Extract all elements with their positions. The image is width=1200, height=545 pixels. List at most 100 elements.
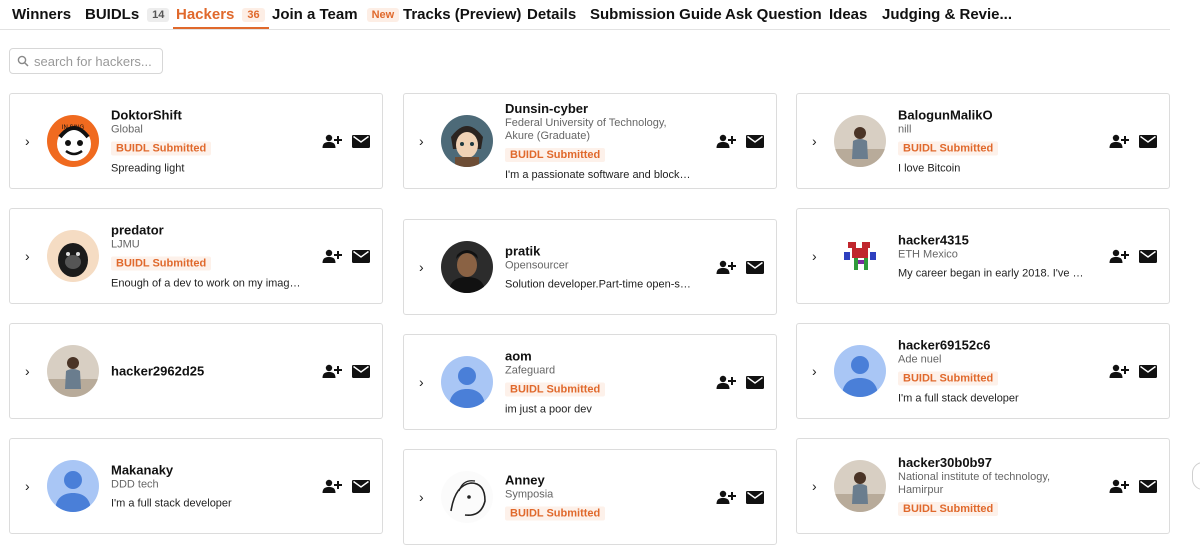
hacker-card[interactable]: › hacker2962d25 bbox=[9, 323, 383, 419]
search-input[interactable] bbox=[34, 53, 154, 69]
avatar[interactable] bbox=[47, 460, 99, 512]
chevron-right-icon[interactable]: › bbox=[419, 490, 424, 504]
avatar[interactable] bbox=[441, 356, 493, 408]
add-user-icon[interactable] bbox=[716, 375, 736, 389]
avatar[interactable] bbox=[834, 345, 886, 397]
tab-label: Details bbox=[527, 6, 577, 23]
mail-icon[interactable] bbox=[352, 364, 370, 378]
add-user-icon[interactable] bbox=[716, 490, 736, 504]
hacker-name[interactable]: pratik bbox=[505, 244, 696, 259]
hacker-name[interactable]: hacker2962d25 bbox=[111, 364, 302, 379]
add-user-icon[interactable] bbox=[1109, 134, 1129, 148]
hacker-name[interactable]: Dunsin-cyber bbox=[505, 101, 696, 116]
avatar[interactable] bbox=[47, 230, 99, 282]
mail-icon[interactable] bbox=[1139, 249, 1157, 263]
avatar[interactable] bbox=[834, 230, 886, 282]
hacker-card[interactable]: › IN SING DoktorShift Global BUIDL Submitted… bbox=[9, 93, 383, 189]
tab-winners[interactable]: Winners bbox=[12, 0, 71, 29]
avatar[interactable] bbox=[441, 241, 493, 293]
add-user-icon[interactable] bbox=[322, 134, 342, 148]
tab-ideas[interactable]: Ideas bbox=[829, 0, 867, 29]
search-box[interactable] bbox=[9, 48, 163, 74]
card-actions bbox=[716, 490, 764, 504]
tab-join-a-team[interactable]: Join a Team New bbox=[272, 0, 400, 29]
hacker-bio: I'm a passionate software and blockchain… bbox=[505, 169, 696, 181]
tab-submission-guide[interactable]: Submission Guide bbox=[590, 0, 722, 29]
chevron-right-icon[interactable]: › bbox=[419, 134, 424, 148]
hacker-info: Makanaky DDD tech I'm a full stack develop… bbox=[111, 463, 302, 510]
chevron-right-icon[interactable]: › bbox=[812, 364, 817, 378]
add-user-icon[interactable] bbox=[1109, 364, 1129, 378]
hacker-affiliation: nill bbox=[898, 123, 912, 136]
card-actions bbox=[1109, 134, 1157, 148]
hacker-affiliation: LJMU bbox=[111, 238, 140, 251]
mail-icon[interactable] bbox=[746, 260, 764, 274]
mail-icon[interactable] bbox=[1139, 364, 1157, 378]
hacker-card[interactable]: › hacker69152c6 Ade nuel BUIDL Submitted I'm… bbox=[796, 323, 1170, 419]
tab-tracks[interactable]: Tracks (Preview) bbox=[403, 0, 521, 29]
hacker-info: hacker30b0b97 National institute of techn… bbox=[898, 455, 1089, 517]
avatar[interactable]: IN SING bbox=[47, 115, 99, 167]
chevron-right-icon[interactable]: › bbox=[419, 260, 424, 274]
add-user-icon[interactable] bbox=[716, 260, 736, 274]
tab-label: Tracks (Preview) bbox=[403, 6, 522, 23]
hacker-name[interactable]: DoktorShift bbox=[111, 108, 302, 123]
hacker-card[interactable]: › Makanaky DDD tech I'm a full stack develo… bbox=[9, 438, 383, 534]
tab-judging[interactable]: Judging & Revie... bbox=[882, 0, 1012, 29]
add-user-icon[interactable] bbox=[716, 134, 736, 148]
mail-icon[interactable] bbox=[352, 134, 370, 148]
hacker-name[interactable]: Makanaky bbox=[111, 463, 302, 478]
hacker-name[interactable]: hacker69152c6 bbox=[898, 338, 1089, 353]
mail-icon[interactable] bbox=[746, 375, 764, 389]
hacker-card[interactable]: › Dunsin-cyber Federal University of Techn… bbox=[403, 93, 777, 189]
hacker-card[interactable]: › BalogunMalikO nill BUIDL Submitted I love … bbox=[796, 93, 1170, 189]
tab-buidls[interactable]: BUIDLs 14 bbox=[85, 0, 170, 29]
chevron-right-icon[interactable]: › bbox=[812, 479, 817, 493]
hacker-name[interactable]: hacker30b0b97 bbox=[898, 455, 1089, 470]
add-user-icon[interactable] bbox=[1109, 249, 1129, 263]
hacker-card[interactable]: › aom Zafeguard BUIDL Submitted im just a po… bbox=[403, 334, 777, 430]
mail-icon[interactable] bbox=[746, 134, 764, 148]
hacker-card[interactable]: › Anney Symposia BUIDL Submitted bbox=[403, 449, 777, 545]
hacker-card[interactable]: › predator LJMU BUIDL Submitted Enough of a … bbox=[9, 208, 383, 304]
mail-icon[interactable] bbox=[1139, 479, 1157, 493]
tab-label: Hackers bbox=[176, 6, 235, 23]
add-user-icon[interactable] bbox=[1109, 479, 1129, 493]
chevron-right-icon[interactable]: › bbox=[25, 479, 30, 493]
tab-details[interactable]: Details bbox=[527, 0, 576, 29]
hacker-name[interactable]: BalogunMalikO bbox=[898, 108, 1089, 123]
hacker-info: hacker4315 ETH Mexico My career began in e… bbox=[898, 233, 1089, 280]
hacker-card[interactable]: › pratik Opensourcer Solution developer.Par… bbox=[403, 219, 777, 315]
scroll-control[interactable] bbox=[1192, 462, 1200, 490]
mail-icon[interactable] bbox=[352, 249, 370, 263]
hacker-name[interactable]: predator bbox=[111, 223, 302, 238]
mail-icon[interactable] bbox=[746, 490, 764, 504]
chevron-right-icon[interactable]: › bbox=[25, 134, 30, 148]
add-user-icon[interactable] bbox=[322, 364, 342, 378]
chevron-right-icon[interactable]: › bbox=[419, 375, 424, 389]
chevron-right-icon[interactable]: › bbox=[812, 249, 817, 263]
hacker-name[interactable]: hacker4315 bbox=[898, 233, 1089, 248]
avatar[interactable] bbox=[441, 471, 493, 523]
card-actions bbox=[716, 134, 764, 148]
hacker-name[interactable]: aom bbox=[505, 349, 696, 364]
avatar[interactable] bbox=[834, 460, 886, 512]
add-user-icon[interactable] bbox=[322, 479, 342, 493]
tab-ask-question[interactable]: Ask Question bbox=[725, 0, 822, 29]
hacker-card[interactable]: › hacker30b0b97 National institute of tech… bbox=[796, 438, 1170, 534]
chevron-right-icon[interactable]: › bbox=[25, 364, 30, 378]
hacker-card[interactable]: › hacker4315 ETH Mexico My career began in … bbox=[796, 208, 1170, 304]
add-user-icon[interactable] bbox=[322, 249, 342, 263]
card-actions bbox=[716, 375, 764, 389]
mail-icon[interactable] bbox=[1139, 134, 1157, 148]
hacker-name[interactable]: Anney bbox=[505, 473, 696, 488]
avatar[interactable] bbox=[834, 115, 886, 167]
avatar[interactable] bbox=[47, 345, 99, 397]
tab-hackers[interactable]: Hackers 36 bbox=[173, 0, 269, 29]
hacker-info: hacker2962d25 bbox=[111, 364, 302, 379]
chevron-right-icon[interactable]: › bbox=[812, 134, 817, 148]
chevron-right-icon[interactable]: › bbox=[25, 249, 30, 263]
avatar[interactable] bbox=[441, 115, 493, 167]
mail-icon[interactable] bbox=[352, 479, 370, 493]
tab-label: Ideas bbox=[829, 6, 868, 23]
